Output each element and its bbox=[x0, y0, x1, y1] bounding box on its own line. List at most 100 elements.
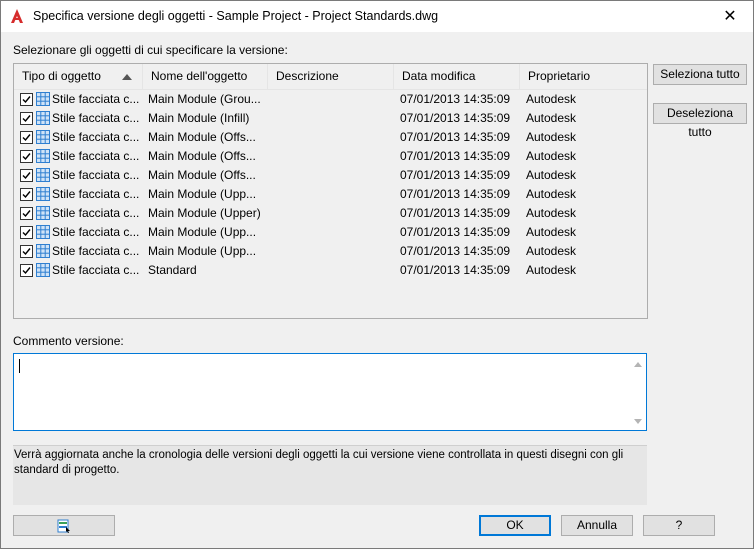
row-checkbox[interactable] bbox=[20, 150, 33, 163]
cell-desc bbox=[276, 185, 390, 204]
cell-desc bbox=[276, 261, 390, 280]
cell-type: Stile facciata c... bbox=[52, 149, 140, 163]
sort-ascending-icon bbox=[122, 74, 132, 80]
ok-button[interactable]: OK bbox=[479, 515, 551, 536]
curtain-wall-style-icon bbox=[36, 111, 50, 125]
cell-date: 07/01/2013 14:35:09 bbox=[400, 92, 511, 106]
select-all-label: Seleziona tutto bbox=[660, 67, 740, 81]
column-header-description[interactable]: Descrizione bbox=[268, 64, 394, 89]
curtain-wall-style-icon bbox=[36, 92, 50, 106]
column-label: Tipo di oggetto bbox=[22, 69, 101, 83]
cell-desc bbox=[276, 147, 390, 166]
cell-owner: Autodesk bbox=[526, 130, 577, 144]
curtain-wall-style-icon bbox=[36, 187, 50, 201]
cell-owner: Autodesk bbox=[526, 244, 577, 258]
table-row[interactable]: Stile facciata c... Main Module (Infill) 0… bbox=[14, 109, 647, 128]
cell-owner: Autodesk bbox=[526, 149, 577, 163]
table-row[interactable]: Stile facciata c... Main Module (Upp... 07… bbox=[14, 223, 647, 242]
cell-type: Stile facciata c... bbox=[52, 244, 140, 258]
column-header-type[interactable]: Tipo di oggetto bbox=[14, 64, 143, 89]
cell-name: Main Module (Grou... bbox=[148, 92, 261, 106]
close-icon[interactable]: ✕ bbox=[707, 1, 753, 32]
curtain-wall-style-icon bbox=[36, 263, 50, 277]
standards-tool-icon bbox=[57, 519, 70, 533]
row-checkbox[interactable] bbox=[20, 245, 33, 258]
table-row[interactable]: Stile facciata c... Main Module (Offs... 0… bbox=[14, 166, 647, 185]
row-checkbox[interactable] bbox=[20, 169, 33, 182]
cell-name: Main Module (Offs... bbox=[148, 149, 256, 163]
cell-owner: Autodesk bbox=[526, 92, 577, 106]
column-header-name[interactable]: Nome dell'oggetto bbox=[143, 64, 268, 89]
select-all-button[interactable]: Seleziona tutto bbox=[653, 64, 747, 85]
standards-tool-button[interactable] bbox=[13, 515, 115, 536]
curtain-wall-style-icon bbox=[36, 168, 50, 182]
row-checkbox[interactable] bbox=[20, 264, 33, 277]
list-rows: Stile facciata c... Main Module (Grou... 0… bbox=[14, 90, 647, 280]
cell-name: Standard bbox=[148, 263, 197, 277]
curtain-wall-style-icon bbox=[36, 149, 50, 163]
info-text: Verrà aggiornata anche la cronologia del… bbox=[13, 445, 647, 505]
table-row[interactable]: Stile facciata c... Main Module (Offs... 0… bbox=[14, 128, 647, 147]
cell-type: Stile facciata c... bbox=[52, 111, 140, 125]
row-checkbox[interactable] bbox=[20, 207, 33, 220]
row-checkbox[interactable] bbox=[20, 93, 33, 106]
objects-listview[interactable]: Tipo di oggetto Nome dell'oggetto Descri… bbox=[13, 63, 648, 319]
table-row[interactable]: Stile facciata c... Main Module (Upper) 07… bbox=[14, 204, 647, 223]
cell-name: Main Module (Offs... bbox=[148, 168, 256, 182]
row-checkbox[interactable] bbox=[20, 226, 33, 239]
cell-name: Main Module (Upp... bbox=[148, 187, 257, 201]
cell-date: 07/01/2013 14:35:09 bbox=[400, 187, 511, 201]
cell-desc bbox=[276, 128, 390, 147]
help-button[interactable]: ? bbox=[643, 515, 715, 536]
row-checkbox[interactable] bbox=[20, 112, 33, 125]
cell-date: 07/01/2013 14:35:09 bbox=[400, 111, 511, 125]
table-row[interactable]: Stile facciata c... Standard 07/01/2013 14… bbox=[14, 261, 647, 280]
cell-owner: Autodesk bbox=[526, 168, 577, 182]
cell-date: 07/01/2013 14:35:09 bbox=[400, 130, 511, 144]
cell-owner: Autodesk bbox=[526, 206, 577, 220]
comment-textarea[interactable] bbox=[13, 353, 647, 431]
cell-owner: Autodesk bbox=[526, 187, 577, 201]
cell-type: Stile facciata c... bbox=[52, 187, 140, 201]
cell-desc bbox=[276, 223, 390, 242]
cell-desc bbox=[276, 204, 390, 223]
cell-type: Stile facciata c... bbox=[52, 263, 140, 277]
cell-date: 07/01/2013 14:35:09 bbox=[400, 206, 511, 220]
cell-date: 07/01/2013 14:35:09 bbox=[400, 225, 511, 239]
table-row[interactable]: Stile facciata c... Main Module (Grou... 0… bbox=[14, 90, 647, 109]
table-row[interactable]: Stile facciata c... Main Module (Upp... 07… bbox=[14, 185, 647, 204]
column-header-date[interactable]: Data modifica bbox=[394, 64, 520, 89]
cell-name: Main Module (Upp... bbox=[148, 244, 257, 258]
cell-name: Main Module (Infill) bbox=[148, 111, 250, 125]
curtain-wall-style-icon bbox=[36, 225, 50, 239]
cell-date: 07/01/2013 14:35:09 bbox=[400, 263, 511, 277]
cell-owner: Autodesk bbox=[526, 263, 577, 277]
cell-name: Main Module (Upp... bbox=[148, 225, 257, 239]
column-header-owner[interactable]: Proprietario bbox=[520, 64, 647, 89]
cell-desc bbox=[276, 166, 390, 185]
curtain-wall-style-icon bbox=[36, 244, 50, 258]
list-header: Tipo di oggetto Nome dell'oggetto Descri… bbox=[14, 64, 647, 90]
curtain-wall-style-icon bbox=[36, 206, 50, 220]
comment-label: Commento versione: bbox=[13, 334, 124, 348]
row-checkbox[interactable] bbox=[20, 188, 33, 201]
cell-type: Stile facciata c... bbox=[52, 130, 140, 144]
deselect-all-button[interactable]: Deseleziona tutto bbox=[653, 103, 747, 139]
autocad-icon bbox=[11, 9, 23, 23]
cell-desc bbox=[276, 242, 390, 261]
cancel-button[interactable]: Annulla bbox=[561, 515, 633, 536]
row-checkbox[interactable] bbox=[20, 131, 33, 144]
cell-type: Stile facciata c... bbox=[52, 92, 140, 106]
cell-type: Stile facciata c... bbox=[52, 168, 140, 182]
cell-type: Stile facciata c... bbox=[52, 225, 140, 239]
list-label: Selezionare gli oggetti di cui specifica… bbox=[13, 43, 288, 57]
cell-name: Main Module (Upper) bbox=[148, 206, 261, 220]
scroll-up-icon[interactable] bbox=[634, 362, 642, 367]
cell-desc bbox=[276, 90, 390, 109]
table-row[interactable]: Stile facciata c... Main Module (Offs... 0… bbox=[14, 147, 647, 166]
cell-desc bbox=[276, 109, 390, 128]
curtain-wall-style-icon bbox=[36, 130, 50, 144]
scroll-down-icon[interactable] bbox=[634, 419, 642, 424]
version-dialog: Specifica versione degli oggetti - Sampl… bbox=[0, 0, 754, 549]
table-row[interactable]: Stile facciata c... Main Module (Upp... 07… bbox=[14, 242, 647, 261]
